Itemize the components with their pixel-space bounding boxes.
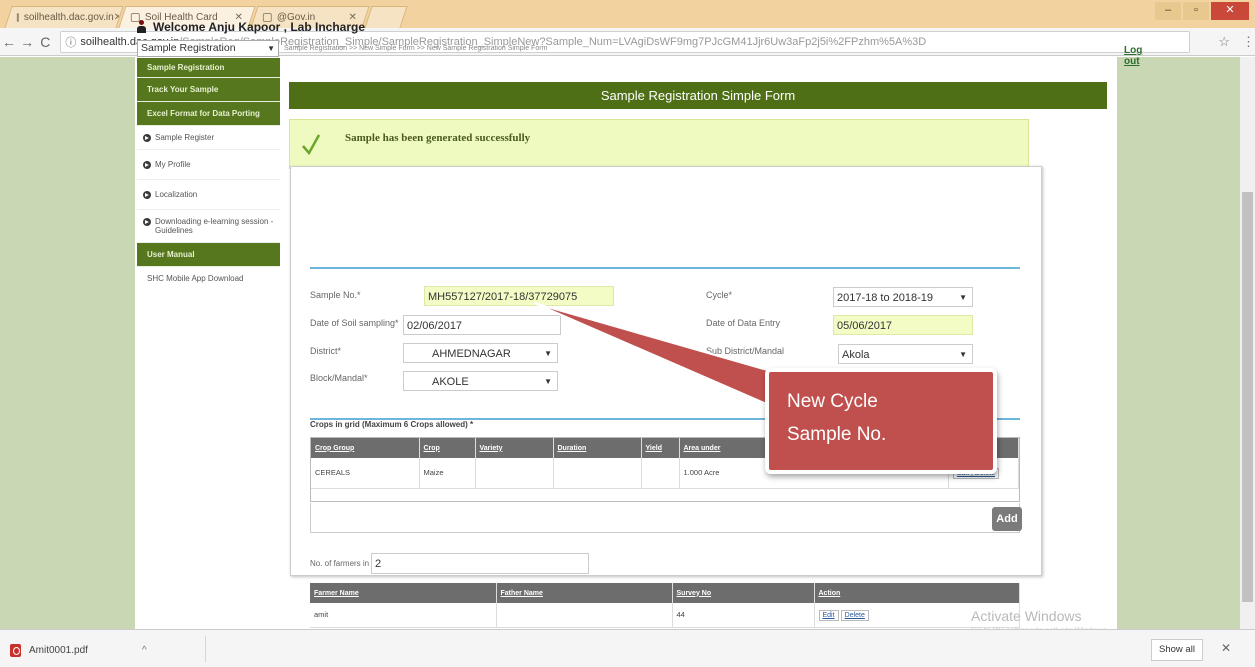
arrow-bullet-icon (143, 134, 151, 142)
show-all-button[interactable]: Show all (1151, 639, 1203, 661)
divider (205, 636, 206, 662)
menu-my-profile[interactable]: My Profile (137, 150, 280, 180)
soil-date-label: Date of Soil sampling* (310, 318, 399, 328)
crops-grid-title: Crops in grid (Maximum 6 Crops allowed) … (310, 420, 474, 429)
close-tab-icon[interactable]: ✕ (114, 12, 119, 23)
left-menu: Sample Registration Track Your Sample Ex… (137, 58, 280, 290)
menu-localization[interactable]: Localization (137, 180, 280, 210)
callout-line: Sample No. (787, 424, 887, 445)
table-cell (496, 603, 673, 628)
column-header[interactable]: Father Name (496, 583, 673, 603)
page-background (1117, 57, 1240, 629)
delete-button[interactable]: Delete (840, 610, 869, 622)
menu-user-manual[interactable]: User Manual (137, 243, 280, 267)
block-label: Block/Mandal* (310, 373, 368, 383)
info-icon[interactable]: ⓘ (65, 34, 76, 50)
check-icon (302, 134, 320, 156)
column-header[interactable]: Crop (419, 438, 476, 458)
module-select[interactable]: Sample Registration ▼ (137, 40, 279, 57)
download-bar: Amit0001.pdf ^ Show all ✕ (0, 629, 1255, 667)
tab-soilhealth[interactable]: soilhealth.dac.gov.in ✕ (4, 6, 124, 28)
menu-sample-registration[interactable]: Sample Registration (137, 58, 280, 78)
menu-e-learning[interactable]: Downloading e-learning session - Guideli… (137, 210, 280, 243)
browser-menu-icon[interactable]: ⋮ (1242, 34, 1255, 50)
cycle-select[interactable]: 2017-18 to 2018-19 ▼ (833, 287, 973, 307)
edit-button[interactable]: Edit (818, 610, 839, 622)
dropdown-arrow-icon: ▼ (959, 293, 967, 302)
user-icon (137, 20, 146, 34)
column-header[interactable]: Crop Group (311, 438, 420, 458)
column-header[interactable]: Farmer Name (310, 583, 497, 603)
table-cell: 44 (672, 603, 815, 628)
success-message: Sample has been generated successfully (345, 132, 531, 144)
close-icon[interactable]: ✕ (1221, 641, 1231, 655)
dropdown-arrow-icon: ▼ (959, 350, 967, 359)
maximize-button[interactable]: ▫ (1183, 2, 1209, 20)
menu-mobile-app[interactable]: SHC Mobile App Download (137, 267, 280, 290)
success-banner: Sample has been generated successfully (289, 119, 1029, 169)
table-cell (475, 458, 554, 489)
arrow-bullet-icon (143, 218, 151, 226)
add-crop-button[interactable]: Add (992, 507, 1022, 531)
menu-track-sample[interactable]: Track Your Sample (137, 78, 280, 102)
table-cell: CEREALS (311, 458, 420, 489)
download-filename: Amit0001.pdf (29, 644, 88, 656)
district-label: District* (310, 346, 341, 356)
column-header[interactable]: Survey No (672, 583, 815, 603)
table-cell: Maize (419, 458, 476, 489)
back-icon[interactable]: ← (0, 34, 18, 50)
column-header[interactable]: Action (814, 583, 1020, 603)
farmers-count-field[interactable]: 2 (371, 553, 589, 574)
activation-watermark: Activate Windows (971, 608, 1082, 624)
chevron-up-icon[interactable]: ^ (142, 645, 147, 656)
callout-box: New Cycle Sample No. (765, 368, 997, 474)
close-window-button[interactable]: ✕ (1211, 2, 1249, 20)
pdf-icon (10, 643, 21, 657)
table-cell (553, 458, 642, 489)
divider (310, 267, 1020, 269)
page-background (0, 57, 135, 629)
minimize-button[interactable]: – (1155, 2, 1181, 20)
table-row: amit 44 Edit Delete (310, 603, 1020, 628)
table-cell: amit (310, 603, 497, 628)
crops-footer (310, 503, 1020, 533)
welcome-header: Welcome Anju Kapoor , Lab Incharge Log o… (137, 20, 1142, 67)
form-title-bar: Sample Registration Simple Form (289, 82, 1107, 109)
table-cell (641, 458, 680, 489)
cycle-label: Cycle* (706, 290, 733, 300)
arrow-bullet-icon (143, 161, 151, 169)
menu-sample-register[interactable]: Sample Register (137, 126, 280, 150)
scrollbar-thumb[interactable] (1242, 192, 1253, 602)
welcome-text: Welcome Anju Kapoor , Lab Incharge (153, 20, 366, 34)
dropdown-arrow-icon: ▼ (267, 44, 275, 53)
breadcrumb: Sample Registration >> New Simple Form >… (284, 45, 548, 52)
logout-link[interactable]: Log out (1124, 45, 1142, 67)
bookmark-star-icon[interactable]: ☆ (1218, 34, 1230, 50)
forward-icon[interactable]: → (18, 34, 36, 50)
farmers-header-row: Farmer Name Father Name Survey No Action (310, 583, 1020, 603)
menu-excel-format[interactable]: Excel Format for Data Porting (137, 102, 280, 126)
entry-date-field[interactable]: 05/06/2017 (833, 315, 973, 335)
sample-no-label: Sample No.* (310, 290, 361, 300)
callout-line: New Cycle (787, 391, 878, 412)
download-item[interactable]: Amit0001.pdf ^ (10, 639, 210, 661)
arrow-bullet-icon (143, 191, 151, 199)
page-icon (16, 13, 19, 22)
subdistrict-select[interactable]: Akola ▼ (838, 344, 973, 364)
reload-icon[interactable]: C (36, 34, 54, 50)
